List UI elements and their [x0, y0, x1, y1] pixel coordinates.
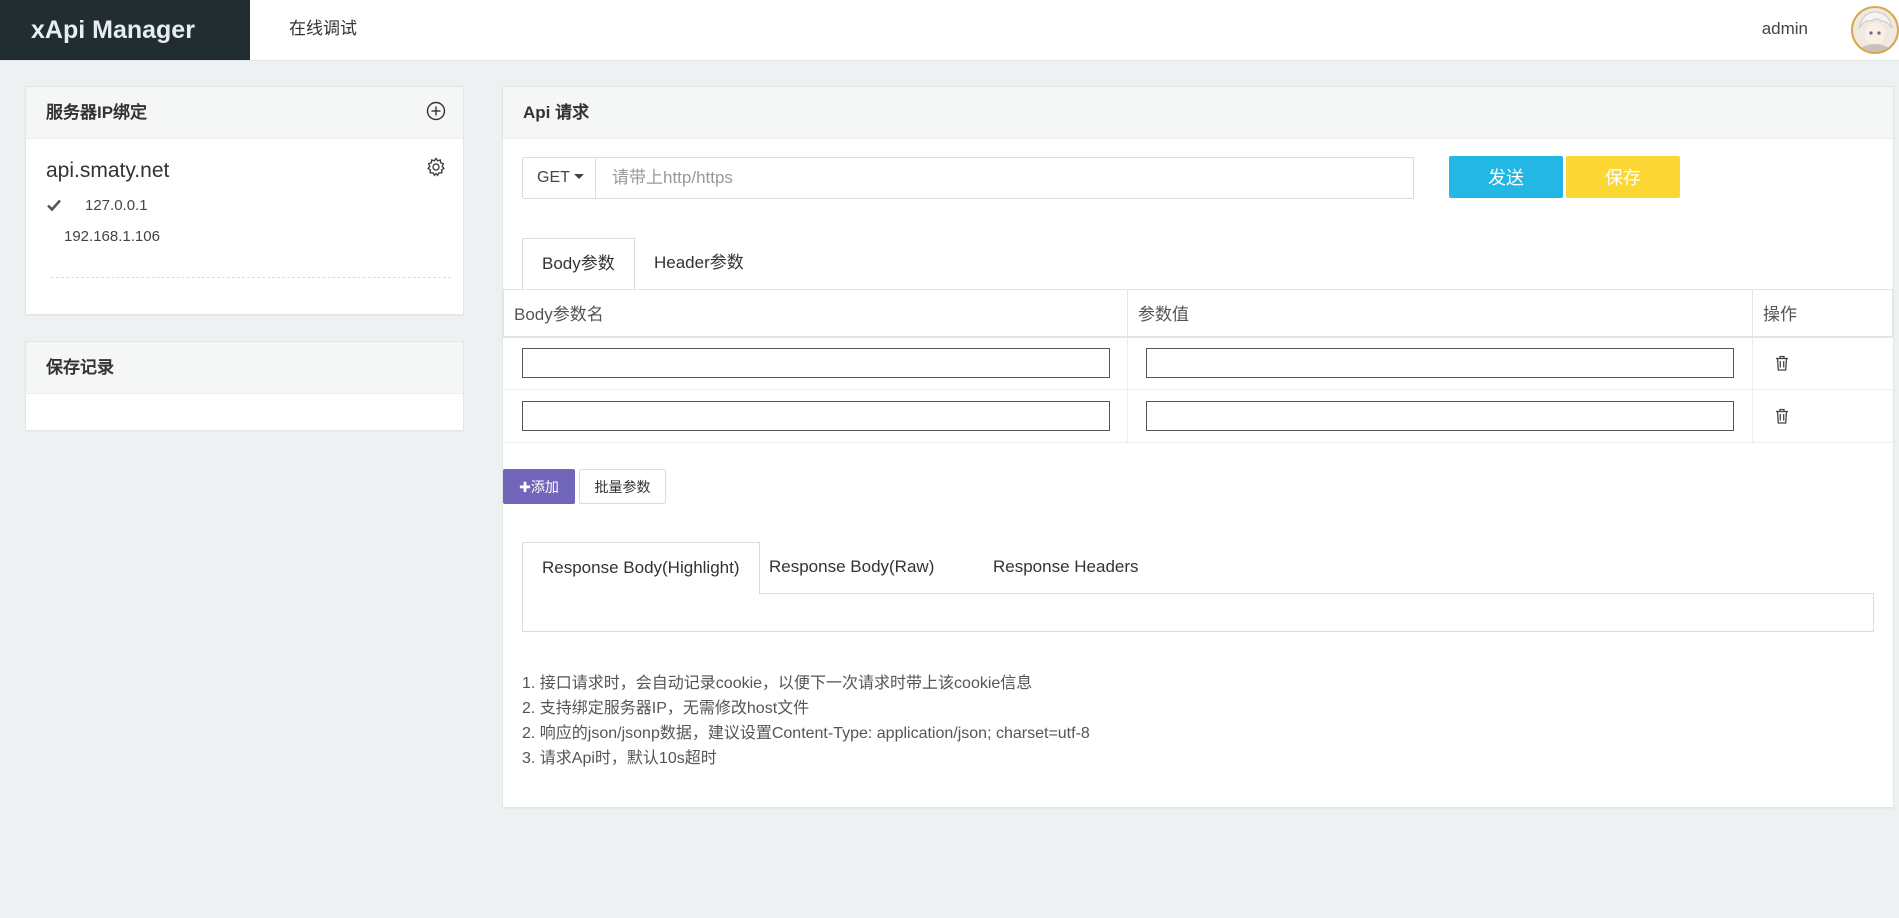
tab-response-highlight[interactable]: Response Body(Highlight)	[522, 542, 760, 595]
plus-icon: ✚	[519, 478, 531, 495]
user-name[interactable]: admin	[1762, 0, 1808, 60]
api-request-panel: Api 请求 GET 发送 保存 Body参数 Header参数 Body参数名…	[502, 86, 1894, 808]
param-tabs: Body参数 Header参数	[522, 238, 1873, 291]
nav-online-debug[interactable]: 在线调试	[289, 0, 357, 60]
app-brand[interactable]: xApi Manager	[0, 0, 250, 60]
divider	[51, 277, 451, 278]
top-navbar: xApi Manager 在线调试 admin	[0, 0, 1899, 61]
user-avatar[interactable]	[1851, 6, 1899, 54]
usage-notes: 1. 接口请求时，会自动记录cookie，以便下一次请求时带上该cookie信息…	[522, 671, 1090, 771]
column-header: Body参数名	[503, 289, 1128, 338]
table-row	[503, 389, 1893, 443]
note-line: 2. 支持绑定服务器IP，无需修改host文件	[522, 700, 810, 717]
caret-down-icon	[573, 174, 584, 179]
add-param-button[interactable]: ✚添加	[503, 469, 575, 504]
note-line: 3. 请求Api时，默认10s超时	[522, 750, 717, 767]
tab-header-params[interactable]: Header参数	[635, 238, 763, 290]
param-value-input[interactable]	[1146, 348, 1734, 379]
tab-body-params[interactable]: Body参数	[522, 238, 635, 291]
tab-response-headers[interactable]: Response Headers	[974, 542, 1158, 594]
batch-params-button[interactable]: 批量参数	[579, 469, 666, 504]
note-line: 1. 接口请求时，会自动记录cookie，以便下一次请求时带上该cookie信息	[522, 675, 1033, 692]
gear-icon[interactable]	[426, 157, 446, 177]
host-name: api.smaty.net	[46, 159, 170, 182]
ip-item[interactable]: 192.168.1.106	[64, 228, 160, 245]
column-header: 参数值	[1127, 289, 1753, 338]
check-icon	[47, 199, 61, 212]
param-table: Body参数名 参数值 操作	[503, 289, 1893, 443]
response-tabs: Response Body(Highlight) Response Body(R…	[522, 542, 1873, 595]
add-label: 添加	[530, 478, 559, 495]
saved-records-panel: 保存记录	[25, 341, 464, 431]
panel-title: 保存记录	[26, 342, 463, 394]
send-button[interactable]: 发送	[1449, 156, 1563, 198]
plus-circle-icon[interactable]	[426, 101, 446, 121]
trash-icon[interactable]	[1775, 408, 1789, 424]
param-name-input[interactable]	[521, 401, 1110, 431]
trash-icon[interactable]	[1775, 355, 1789, 371]
table-header-row: Body参数名 参数值 操作	[503, 289, 1893, 338]
param-value-input[interactable]	[1146, 401, 1734, 431]
param-name-input[interactable]	[521, 348, 1110, 379]
response-body[interactable]	[522, 593, 1874, 632]
method-dropdown[interactable]: GET	[522, 157, 596, 199]
column-header: 操作	[1752, 289, 1893, 338]
panel-title: 服务器IP绑定	[26, 87, 463, 139]
table-row	[503, 336, 1893, 390]
save-button[interactable]: 保存	[1566, 156, 1680, 198]
ip-item[interactable]: 127.0.0.1	[85, 197, 148, 214]
tab-response-raw[interactable]: Response Body(Raw)	[750, 542, 953, 594]
panel-title: Api 请求	[503, 87, 1893, 139]
server-ip-bind-panel: 服务器IP绑定 api.smaty.net 127.0.0.1 192.168.…	[25, 86, 464, 315]
note-line: 2. 响应的json/jsonp数据，建议设置Content-Type: app…	[522, 725, 1090, 742]
method-label: GET	[537, 169, 570, 186]
url-input[interactable]	[595, 157, 1414, 199]
